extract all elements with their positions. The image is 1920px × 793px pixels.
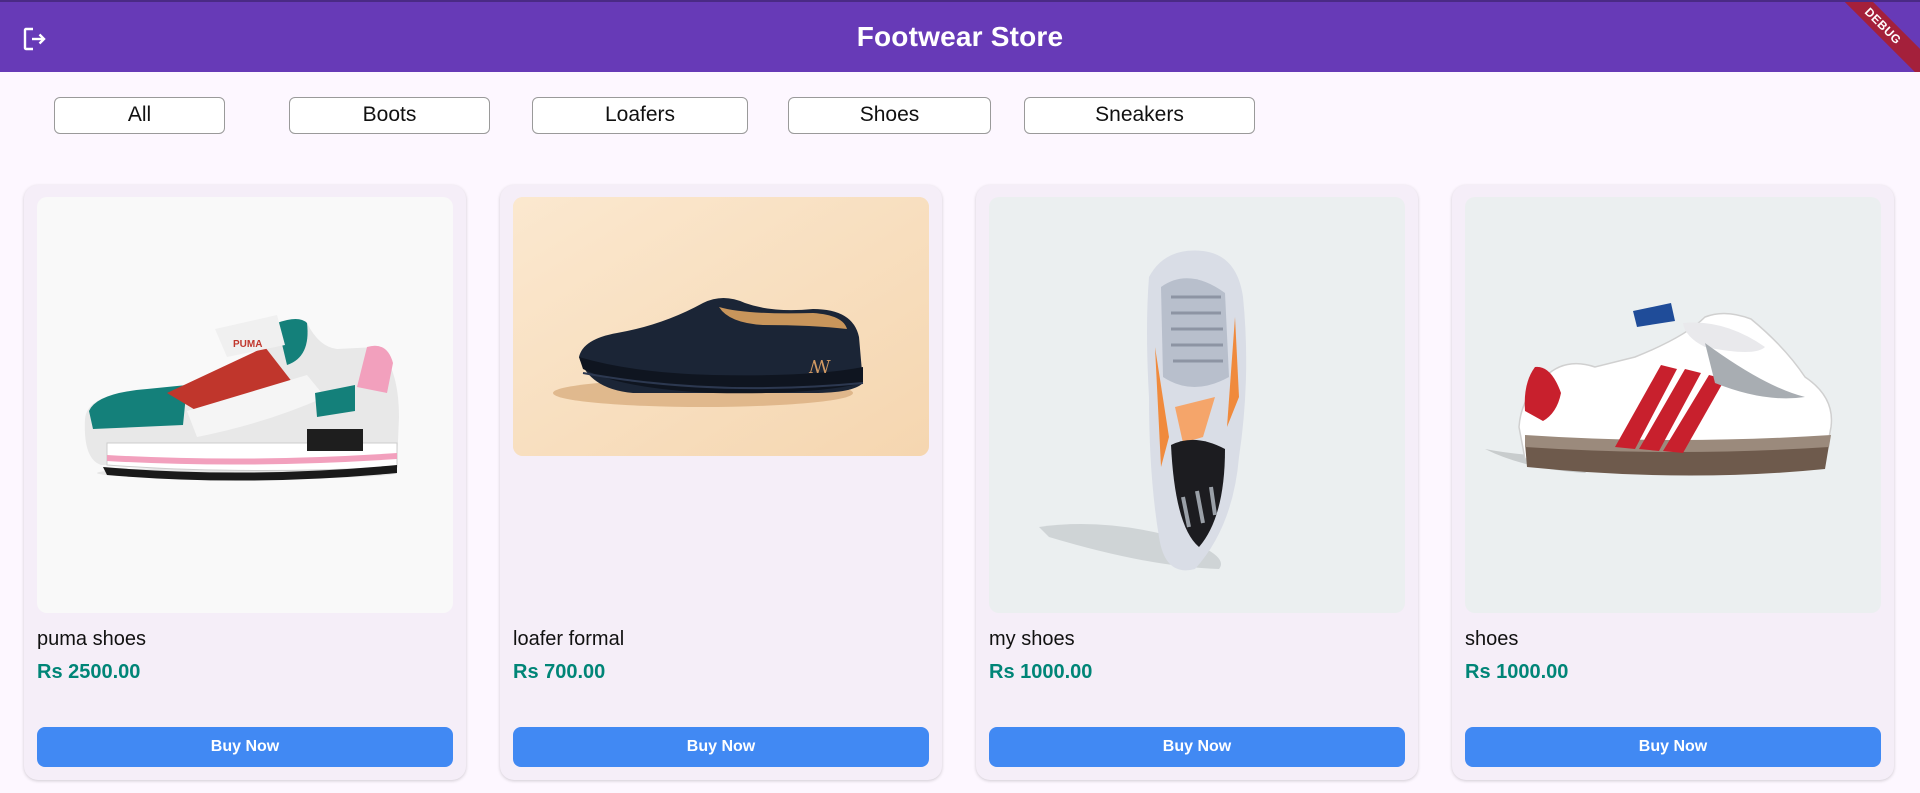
buy-now-button[interactable]: Buy Now — [1465, 727, 1881, 767]
product-name: my shoes — [989, 628, 1075, 650]
sport-shoe-image — [1039, 250, 1247, 571]
svg-text:PUMA: PUMA — [233, 339, 262, 350]
product-price: Rs 1000.00 — [989, 661, 1093, 683]
filter-chip-shoes[interactable]: Shoes — [788, 97, 991, 134]
product-name: loafer formal — [513, 628, 625, 650]
product-name: puma shoes — [37, 628, 146, 650]
product-image — [1465, 197, 1881, 613]
product-price: Rs 1000.00 — [1465, 661, 1569, 683]
product-card[interactable]: shoes Rs 1000.00 Buy Now — [1452, 185, 1894, 780]
product-image — [989, 197, 1405, 613]
page-title: Footwear Store — [856, 21, 1064, 52]
samba-sneaker-image — [1485, 303, 1833, 476]
product-card[interactable]: ꟿ loafer formal Rs 700.00 Buy Now — [500, 185, 942, 780]
svg-text:ꟿ: ꟿ — [808, 357, 831, 378]
product-image: PUMA — [37, 197, 453, 613]
buy-now-button[interactable]: Buy Now — [513, 727, 929, 767]
product-price: Rs 2500.00 — [37, 661, 141, 683]
sneaker-puma-image: PUMA — [84, 315, 400, 481]
filter-chip-all[interactable]: All — [54, 97, 225, 134]
product-image: ꟿ — [513, 197, 929, 456]
filter-chip-loafers[interactable]: Loafers — [532, 97, 748, 134]
filter-chip-sneakers[interactable]: Sneakers — [1024, 97, 1255, 134]
product-price: Rs 700.00 — [513, 661, 606, 683]
filter-chip-boots[interactable]: Boots — [289, 97, 490, 134]
product-card[interactable]: my shoes Rs 1000.00 Buy Now — [976, 185, 1418, 780]
loafer-image: ꟿ — [513, 197, 929, 456]
buy-now-button[interactable]: Buy Now — [989, 727, 1405, 767]
product-card[interactable]: PUMA puma shoes Rs 2500.00 Buy Now — [24, 185, 466, 780]
buy-now-button[interactable]: Buy Now — [37, 727, 453, 767]
product-name: shoes — [1465, 628, 1519, 650]
app-bar: Footwear Store DEBUG — [0, 0, 1920, 72]
